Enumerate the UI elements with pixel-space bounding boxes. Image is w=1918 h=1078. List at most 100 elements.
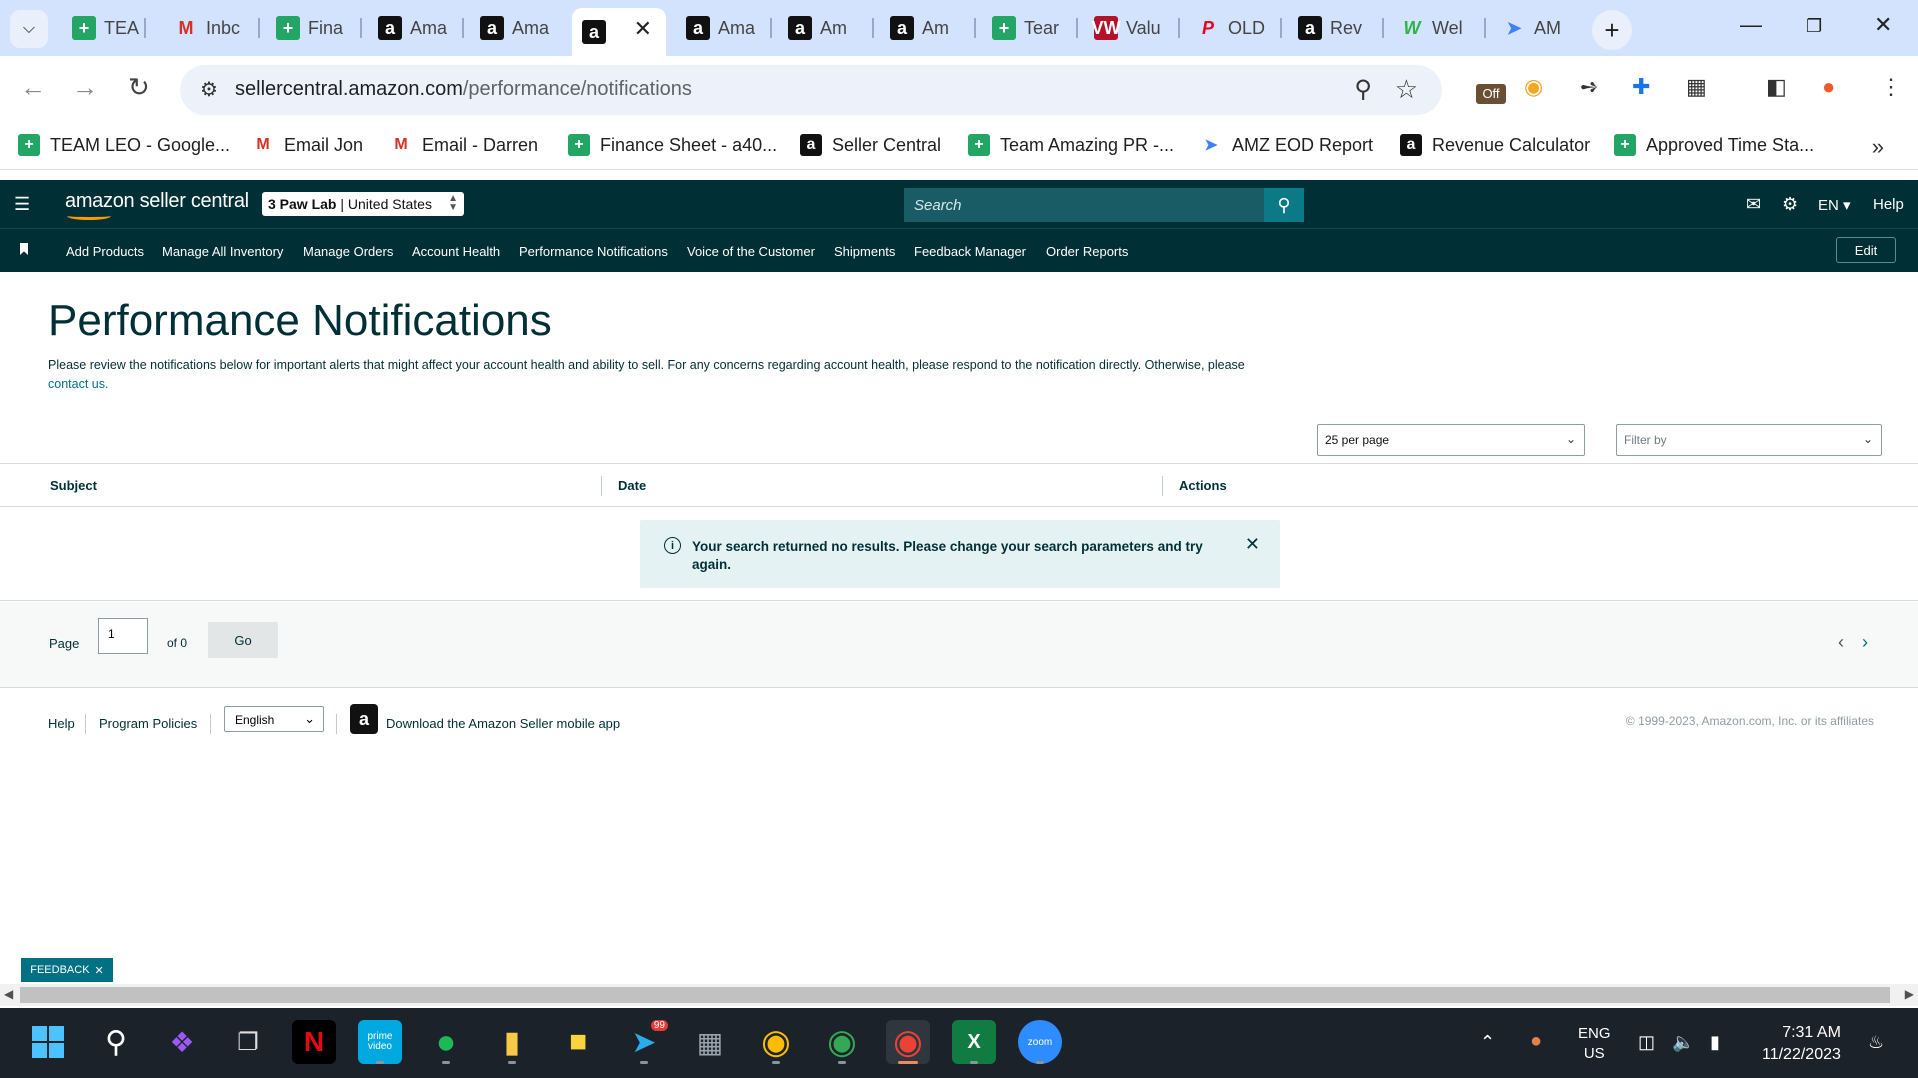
spotify-icon[interactable]: ● [424, 1020, 468, 1064]
browser-tab[interactable]: M Inbc [164, 8, 260, 48]
site-info-icon[interactable]: ⚙ [200, 77, 218, 102]
go-button[interactable]: Go [208, 622, 278, 658]
notification-bell-icon[interactable]: ♨ [1868, 1032, 1884, 1053]
reload-icon[interactable]: ↻ [128, 72, 150, 103]
browser-tab[interactable]: a Am [880, 8, 976, 48]
nav-order-reports[interactable]: Order Reports [1046, 244, 1128, 259]
sticky-notes-icon[interactable]: ■ [556, 1020, 600, 1064]
show-hidden-icons-icon[interactable]: ⌃ [1480, 1032, 1495, 1053]
bookmark-item[interactable]: M Email - Darren [390, 134, 538, 156]
zoom-icon[interactable]: zoom [1018, 1020, 1062, 1064]
url-text[interactable]: sellercentral.amazon.com/performance/not… [235, 78, 692, 101]
tab-search-menu-button[interactable]: ⌵ [10, 10, 48, 48]
scrollbar-thumb[interactable] [20, 987, 1890, 1003]
download-app-link[interactable]: Download the Amazon Seller mobile app [386, 716, 620, 731]
program-policies-link[interactable]: Program Policies [99, 716, 197, 731]
browser-tab-active[interactable]: a ✕ [572, 8, 666, 56]
browser-tab[interactable]: a Ama [470, 8, 566, 48]
profile-avatar[interactable]: ● [1822, 74, 1835, 100]
task-view-icon[interactable]: ❐ [226, 1020, 270, 1064]
telegram-icon[interactable]: ➤ 99 [622, 1020, 668, 1064]
bookmark-item[interactable]: + TEAM LEO - Google... [18, 134, 230, 156]
edit-nav-button[interactable]: Edit [1836, 237, 1896, 263]
browser-tab[interactable]: + Fina [266, 8, 362, 48]
column-date[interactable]: Date [618, 478, 646, 493]
extensions-puzzle-icon[interactable]: ▦ [1686, 74, 1707, 100]
address-bar[interactable]: ⚙ sellercentral.amazon.com/performance/n… [180, 65, 1442, 115]
side-panel-icon[interactable]: ◧ [1766, 74, 1787, 100]
nav-account-health[interactable]: Account Health [412, 244, 500, 259]
prime-video-icon[interactable]: prime video [358, 1020, 402, 1064]
close-icon[interactable]: ✕ [95, 964, 104, 977]
calculator-icon[interactable]: ▦ [688, 1020, 732, 1064]
search-input[interactable]: Search [904, 188, 1264, 222]
per-page-select[interactable]: 25 per page ⌄ [1317, 424, 1585, 456]
column-subject[interactable]: Subject [50, 478, 97, 493]
network-icon[interactable]: ◫ [1638, 1032, 1655, 1053]
close-alert-icon[interactable]: ✕ [1245, 534, 1260, 555]
settings-gear-icon[interactable]: ⚙ [1782, 194, 1798, 215]
browser-tab[interactable]: P OLD [1186, 8, 1282, 48]
netflix-icon[interactable]: N [292, 1020, 336, 1064]
bookmark-item[interactable]: M Email Jon [252, 134, 363, 156]
chrome-icon[interactable]: ◉ [886, 1020, 930, 1064]
account-switcher[interactable]: 3 Paw Lab | United States ▲ ▼ [262, 192, 464, 216]
browser-tab[interactable]: a Ama [368, 8, 464, 48]
battery-icon[interactable]: ▮ [1710, 1032, 1720, 1053]
footer-language-select[interactable]: English ⌄ [224, 706, 324, 732]
scroll-right-icon[interactable]: ▶ [1905, 987, 1914, 1001]
chrome-icon[interactable]: ◉ [820, 1020, 864, 1064]
help-link[interactable]: Help [1873, 196, 1904, 213]
mail-icon[interactable]: ✉ [1746, 194, 1761, 215]
close-window-icon[interactable]: ✕ [1874, 12, 1892, 38]
extension-off-icon[interactable]: Off [1476, 84, 1506, 104]
new-tab-button[interactable]: + [1592, 10, 1632, 50]
close-tab-icon[interactable]: ✕ [634, 16, 652, 42]
excel-icon[interactable]: X [952, 1020, 996, 1064]
nav-manage-all-inventory[interactable]: Manage All Inventory [162, 244, 283, 259]
clock[interactable]: 7:31 AM 11/22/2023 [1762, 1022, 1841, 1066]
browser-tab[interactable]: a Am [778, 8, 874, 48]
browser-tab[interactable]: a Rev [1288, 8, 1384, 48]
nav-add-products[interactable]: Add Products [66, 244, 144, 259]
hamburger-menu-icon[interactable]: ☰ [14, 194, 30, 215]
volume-icon[interactable]: 🔈 [1672, 1032, 1694, 1053]
nav-performance-notifications[interactable]: Performance Notifications [519, 244, 668, 259]
filter-by-select[interactable]: Filter by ⌄ [1616, 424, 1882, 456]
feedback-button[interactable]: FEEDBACK ✕ [21, 958, 113, 982]
page-number-input[interactable]: 1 [98, 618, 148, 654]
nav-manage-orders[interactable]: Manage Orders [303, 244, 393, 259]
browser-tab[interactable]: W Wel [1390, 8, 1486, 48]
file-explorer-icon[interactable]: ▮ [490, 1020, 534, 1064]
extension-plus-icon[interactable]: ✚ [1632, 74, 1650, 100]
horizontal-scrollbar[interactable]: ◀ ▶ [0, 984, 1918, 1006]
seller-central-logo[interactable]: amazon seller central [65, 190, 249, 220]
browser-tab[interactable]: a Ama [676, 8, 772, 48]
restore-icon[interactable]: ❐ [1806, 16, 1822, 37]
search-button[interactable]: ⚲ [1264, 188, 1304, 222]
bookmark-item[interactable]: + Approved Time Sta... [1614, 134, 1814, 156]
bookmark-item[interactable]: a Revenue Calculator [1400, 134, 1590, 156]
nav-voice-of-the-customer[interactable]: Voice of the Customer [687, 244, 815, 259]
bookmark-item[interactable]: + Team Amazing PR -... [968, 134, 1174, 156]
back-arrow-icon[interactable]: ← [20, 72, 46, 103]
extension-circle-icon[interactable]: ◉ [1524, 74, 1543, 100]
scroll-left-icon[interactable]: ◀ [4, 987, 13, 1001]
browser-tab[interactable]: ➤ AM [1492, 8, 1588, 48]
extension-cursor-icon[interactable]: ➺ [1580, 74, 1598, 100]
microphone-icon[interactable]: ● [1530, 1030, 1542, 1053]
bookmark-icon[interactable] [20, 243, 28, 255]
browser-tab[interactable]: + Tear [982, 8, 1078, 48]
browser-tab[interactable]: + TEA [62, 8, 146, 48]
bookmark-item[interactable]: ➤ AMZ EOD Report [1200, 134, 1373, 156]
nav-feedback-manager[interactable]: Feedback Manager [914, 244, 1026, 259]
input-language-indicator[interactable]: ENG US [1578, 1024, 1611, 1064]
forward-arrow-icon[interactable]: → [72, 72, 98, 103]
zoom-icon[interactable]: ⚲ [1354, 75, 1372, 104]
minimize-icon[interactable]: — [1740, 12, 1762, 38]
footer-help-link[interactable]: Help [48, 716, 75, 731]
language-selector[interactable]: EN ▾ [1818, 196, 1851, 214]
bookmark-item[interactable]: a Seller Central [800, 134, 941, 156]
nav-shipments[interactable]: Shipments [834, 244, 895, 259]
search-icon[interactable]: ⚲ [94, 1020, 138, 1064]
